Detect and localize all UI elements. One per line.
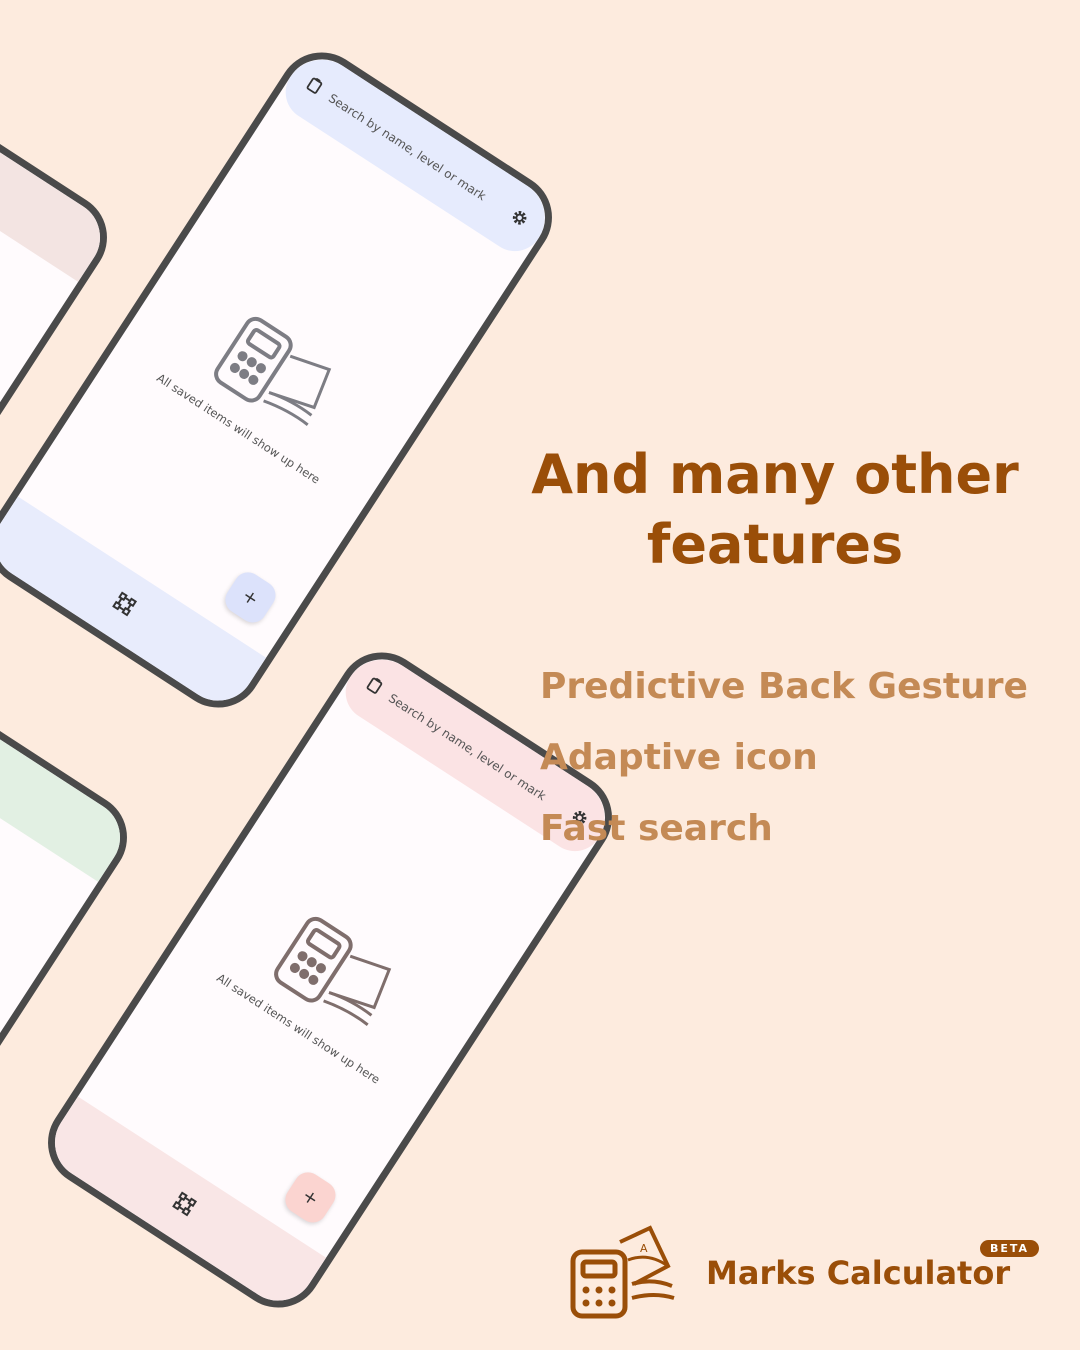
nodes-icon[interactable] xyxy=(169,1190,199,1221)
app-logo-icon: A xyxy=(568,1222,678,1326)
svg-text:A: A xyxy=(640,1242,648,1255)
empty-state: All saved items will show up here xyxy=(170,855,483,1115)
brand: A Marks Calculator BETA xyxy=(568,1222,1048,1322)
phone-screen-blue: Search by name, level or mark All saved … xyxy=(0,35,569,725)
feature-item: Fast search xyxy=(540,808,773,849)
search-placeholder: Search by name, level or mark xyxy=(386,691,549,804)
partial-search-bar xyxy=(0,665,135,882)
empty-state: All saved items will show up here xyxy=(110,255,423,515)
app-name: Marks Calculator xyxy=(706,1254,1011,1292)
add-button[interactable]: + xyxy=(219,566,281,628)
partial-phone-bottom xyxy=(0,655,144,1345)
beta-badge: BETA xyxy=(980,1240,1040,1257)
bottom-navbar xyxy=(40,1096,327,1315)
clipboard-icon[interactable] xyxy=(363,674,386,698)
gear-icon[interactable] xyxy=(505,205,532,233)
clipboard-icon[interactable] xyxy=(303,74,326,98)
headline: And many other features xyxy=(530,440,1020,580)
plus-icon: + xyxy=(238,584,263,611)
feature-item: Adaptive icon xyxy=(540,737,818,778)
feature-item: Predictive Back Gesture xyxy=(540,666,1028,707)
headline-line-1: And many other xyxy=(531,443,1019,506)
plus-icon: + xyxy=(298,1184,323,1211)
feature-list: Predictive Back Gesture Adaptive icon Fa… xyxy=(540,660,1028,873)
partial-search-bar xyxy=(0,65,115,282)
search-placeholder: Search by name, level or mark xyxy=(326,91,489,204)
headline-line-2: features xyxy=(646,513,904,576)
add-button[interactable]: + xyxy=(279,1166,341,1228)
search-bar[interactable]: Search by name, level or mark xyxy=(274,45,560,262)
nodes-icon[interactable] xyxy=(109,590,139,621)
